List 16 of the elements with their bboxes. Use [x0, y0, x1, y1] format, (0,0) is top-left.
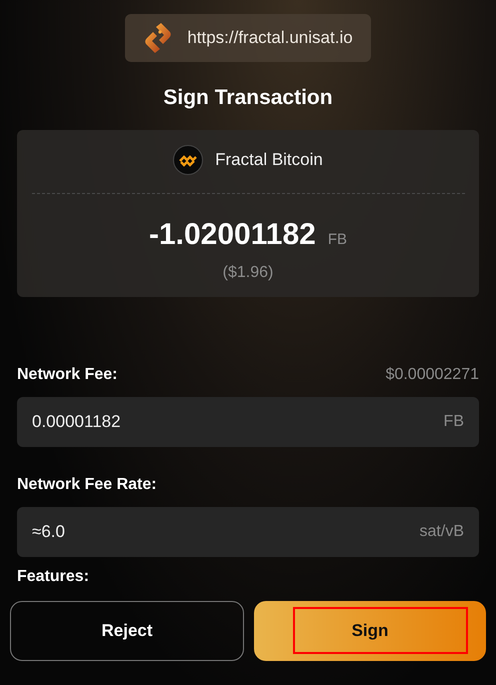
site-logo-icon	[143, 21, 174, 55]
reject-button[interactable]: Reject	[10, 601, 244, 661]
fee-field[interactable]: ≈6.0 sat/vB	[17, 507, 479, 557]
network-name: Fractal Bitcoin	[215, 149, 323, 172]
page-title: Sign Transaction	[162, 85, 334, 111]
fee-field[interactable]: 0.00001182 FB	[17, 397, 479, 447]
features-label: Features:	[17, 567, 90, 587]
amount: -1.02001182	[148, 217, 316, 253]
fiat-fee: $0.00002271	[386, 365, 479, 385]
network-logo-icon	[173, 145, 204, 175]
field-label: Network Fee:	[17, 365, 118, 385]
site-url: https://fractal.unisat.io	[187, 27, 353, 50]
sign-button[interactable]: Sign	[254, 601, 486, 661]
fiat-amount: ($1.96)	[222, 263, 274, 283]
field-label: Network Fee Rate:	[17, 475, 157, 495]
amount-unit: FB	[328, 230, 347, 250]
